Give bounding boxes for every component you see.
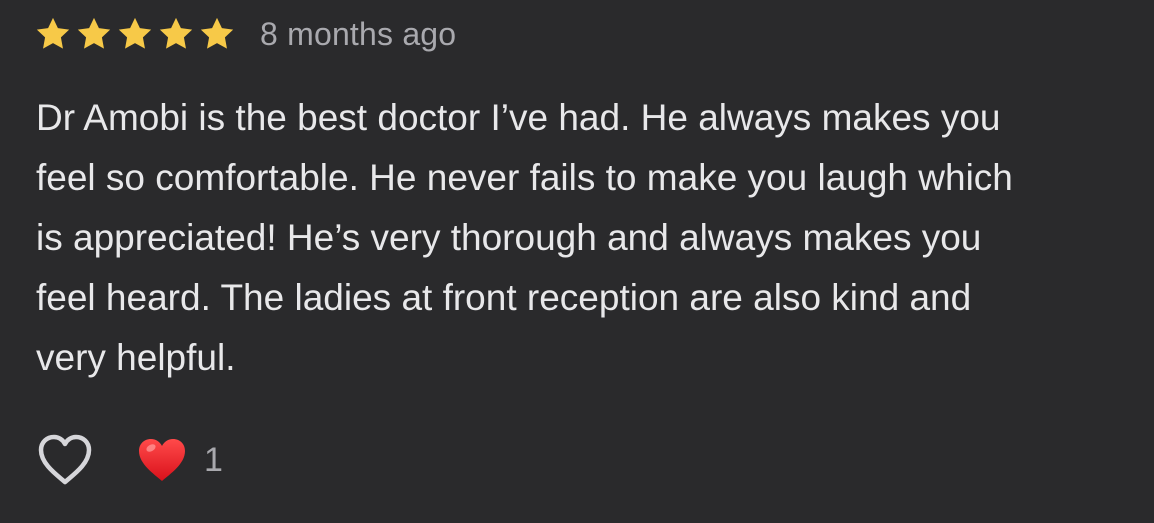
heart-outline-icon [35, 432, 95, 488]
review-header: 8 months ago [34, 12, 456, 56]
reaction-count: 1 [204, 440, 223, 479]
star-icon [75, 15, 113, 53]
review-text: Dr Amobi is the best doctor I’ve had. He… [36, 97, 1013, 378]
like-button[interactable] [34, 430, 96, 490]
star-rating [34, 15, 236, 53]
review-timestamp: 8 months ago [260, 15, 457, 52]
star-icon [198, 15, 236, 53]
star-icon [116, 15, 154, 53]
red-heart-icon [136, 436, 188, 484]
star-icon [34, 15, 72, 53]
reaction-summary[interactable]: 1 [136, 436, 223, 484]
review-card: 8 months ago Dr Amobi is the best doctor… [0, 0, 1154, 523]
star-icon [157, 15, 195, 53]
review-actions: 1 [34, 430, 223, 490]
